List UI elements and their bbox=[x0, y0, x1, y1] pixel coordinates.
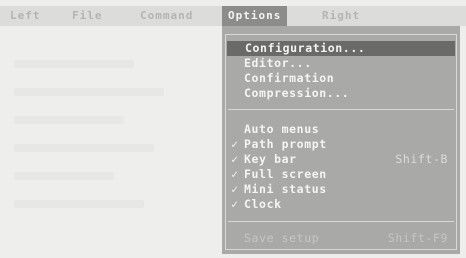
menu-file[interactable]: File bbox=[72, 6, 103, 26]
menu-item-label: Save setup bbox=[244, 231, 320, 245]
menu-item-label: Path prompt bbox=[244, 137, 327, 151]
panel-row bbox=[14, 88, 164, 96]
menu-item-mini-status[interactable]: ✓ Mini status bbox=[226, 182, 456, 197]
menu-item-auto-menus[interactable]: Auto menus bbox=[226, 122, 456, 137]
menu-bar: Left File Command Options Right bbox=[0, 6, 466, 26]
menu-item-label: Editor... bbox=[244, 56, 312, 70]
menu-separator bbox=[228, 221, 454, 222]
menu-item-label: Key bar bbox=[244, 152, 297, 166]
menu-item-label: Confirmation bbox=[244, 71, 335, 85]
menu-right[interactable]: Right bbox=[322, 6, 360, 26]
options-dropdown: Configuration... Editor... Confirmation … bbox=[222, 26, 460, 254]
menu-item-label: Auto menus bbox=[244, 122, 320, 136]
menu-item-editor[interactable]: Editor... bbox=[226, 56, 456, 71]
menu-separator bbox=[228, 109, 454, 110]
menu-command[interactable]: Command bbox=[140, 6, 193, 26]
left-panel bbox=[8, 30, 218, 250]
menu-item-confirmation[interactable]: Confirmation bbox=[226, 71, 456, 86]
checkmark-icon: ✓ bbox=[231, 197, 239, 211]
menu-item-save-setup[interactable]: Save setup Shift-F9 bbox=[226, 231, 456, 246]
menu-left[interactable]: Left bbox=[10, 6, 41, 26]
panel-row bbox=[14, 200, 144, 208]
checkmark-icon: ✓ bbox=[231, 182, 239, 196]
menu-item-label: Mini status bbox=[244, 182, 327, 196]
menu-item-shortcut: Shift-B bbox=[395, 152, 448, 166]
panel-row bbox=[14, 60, 134, 68]
checkmark-icon: ✓ bbox=[231, 152, 239, 166]
menu-item-clock[interactable]: ✓ Clock bbox=[226, 197, 456, 212]
menu-item-full-screen[interactable]: ✓ Full screen bbox=[226, 167, 456, 182]
panel-row bbox=[14, 116, 124, 124]
panel-row bbox=[14, 172, 114, 180]
screen: Left File Command Options Right Configur… bbox=[0, 0, 466, 258]
menu-item-key-bar[interactable]: ✓ Key bar Shift-B bbox=[226, 152, 456, 167]
menu-item-label: Clock bbox=[244, 197, 282, 211]
menu-item-label: Full screen bbox=[244, 167, 327, 181]
menu-item-label: Compression... bbox=[244, 86, 350, 100]
menu-item-compression[interactable]: Compression... bbox=[226, 86, 456, 101]
panel-row bbox=[14, 144, 154, 152]
menu-item-label: Configuration... bbox=[245, 41, 366, 55]
dropdown-frame: Configuration... Editor... Confirmation … bbox=[225, 34, 457, 250]
checkmark-icon: ✓ bbox=[231, 137, 239, 151]
menu-item-shortcut: Shift-F9 bbox=[387, 231, 448, 245]
menu-item-configuration[interactable]: Configuration... bbox=[227, 41, 455, 56]
checkmark-icon: ✓ bbox=[231, 167, 239, 181]
menu-item-path-prompt[interactable]: ✓ Path prompt bbox=[226, 137, 456, 152]
menu-options[interactable]: Options bbox=[222, 6, 288, 26]
